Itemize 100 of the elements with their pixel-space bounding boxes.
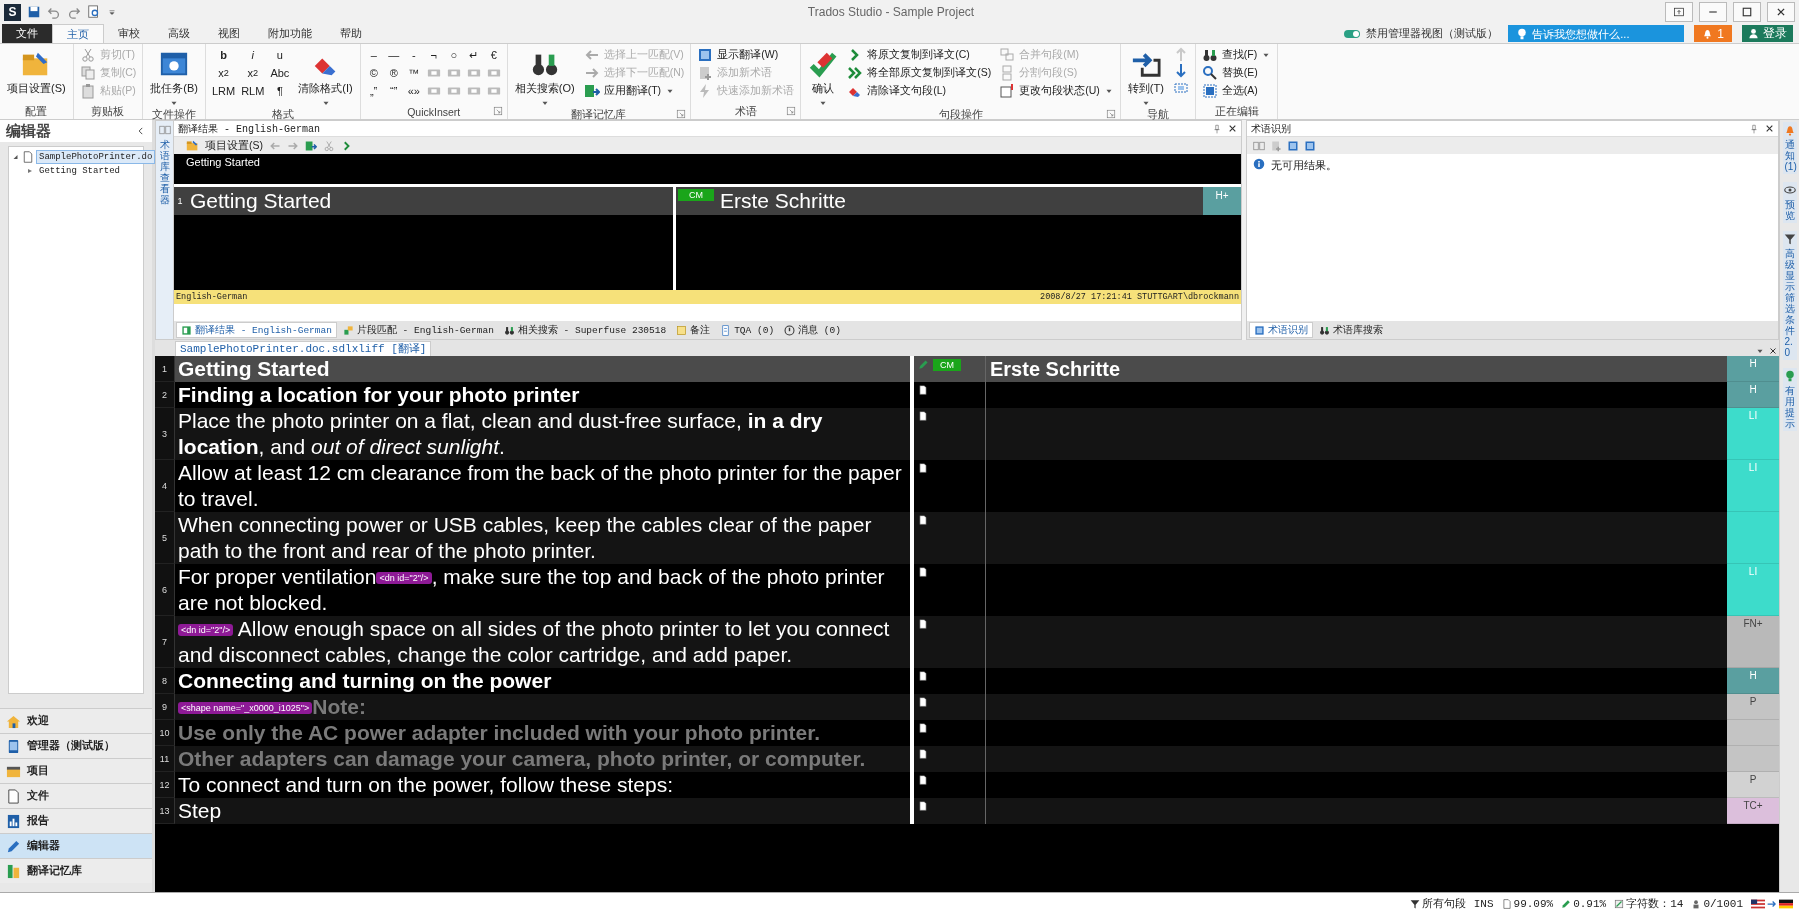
side-tab[interactable]: 预览: [1782, 182, 1797, 223]
insert-symbol-button[interactable]: ¶: [268, 82, 292, 100]
insert-symbol-button[interactable]: Abc: [268, 64, 292, 82]
ribbon-button[interactable]: 确认: [805, 46, 842, 108]
nav-item[interactable]: 编辑器: [0, 833, 152, 858]
source-segment[interactable]: <dn id="2"/> Allow enough space on all sides of the photo printer to let you connect and disconnect cables, change the color cartridge, and add paper.: [175, 616, 910, 668]
ribbon-button[interactable]: 更改句段状态(U): [997, 82, 1116, 99]
ribbon-button[interactable]: 项目设置(S): [4, 46, 69, 96]
app-logo[interactable]: S: [4, 3, 21, 21]
source-segment[interactable]: For proper ventilation<dn id="2"/>, make sure the top and back of the photo printer are not blocked.: [175, 564, 910, 616]
side-tab[interactable]: 通知 (1): [1782, 122, 1797, 174]
close-icon[interactable]: [1765, 124, 1774, 133]
insert-symbol-button[interactable]: ○: [444, 46, 463, 64]
source-segment[interactable]: When connecting power or USB cables, keep the cables clear of the paper path to the front and rear of the photo printer.: [175, 512, 910, 564]
close-icon[interactable]: [1228, 124, 1237, 133]
redo-icon[interactable]: [67, 5, 81, 19]
insert-symbol-button[interactable]: ™: [404, 64, 423, 82]
target-cell[interactable]: [986, 616, 1727, 668]
ribbon-button[interactable]: 应用翻译(T): [581, 82, 687, 99]
target-cell[interactable]: [986, 746, 1727, 772]
scissors-icon[interactable]: [323, 139, 335, 152]
insert-symbol-button[interactable]: RLM: [239, 82, 267, 100]
target-cell[interactable]: [986, 512, 1727, 564]
insert-symbol-button[interactable]: i: [239, 46, 267, 64]
close-icon[interactable]: [1769, 347, 1777, 355]
nav-item[interactable]: 管理器（测试版）: [0, 733, 152, 758]
panel-tab[interactable]: 术语库搜索: [1315, 322, 1387, 338]
ribbon-button[interactable]: 将原文复制到译文(C): [845, 46, 994, 63]
source-segment[interactable]: Place the photo printer on a flat, clean and dust-free surface, in a dry location, and out of direct sunlight.: [175, 408, 910, 460]
filter-status[interactable]: 所有句段: [1421, 896, 1466, 911]
insert-symbol-button[interactable]: ¬: [424, 46, 443, 64]
print-preview-icon[interactable]: [87, 5, 101, 19]
ribbon-tab[interactable]: 附加功能: [254, 24, 326, 43]
document-tab[interactable]: SamplePhotoPrinter.doc.sdlxliff [翻译]: [175, 341, 432, 356]
source-segment[interactable]: Other adapters can damage your camera, photo printer, or computer.: [175, 746, 910, 772]
panel-tab[interactable]: 翻译结果 - English-German: [176, 322, 337, 338]
panel-tab[interactable]: TQA (0): [716, 322, 779, 338]
panel-tab[interactable]: 术语识别: [1249, 322, 1313, 338]
document-plus-icon[interactable]: [1270, 139, 1282, 152]
ribbon-button[interactable]: 相关搜索(O): [511, 46, 578, 108]
insert-symbol-button[interactable]: «»: [404, 82, 423, 100]
insert-symbol-button[interactable]: „‟: [364, 82, 383, 100]
maximize-button[interactable]: [1733, 2, 1761, 22]
launcher-icon[interactable]: [1105, 109, 1116, 119]
source-segment[interactable]: Step: [175, 798, 910, 824]
minimize-button[interactable]: [1699, 2, 1727, 22]
ribbon-button[interactable]: 转到(T): [1124, 46, 1167, 108]
panel-tab[interactable]: 相关搜索 - Superfuse 230518: [499, 322, 671, 338]
toolbar-button[interactable]: 项目设置(S): [205, 138, 263, 153]
insert-symbol-button[interactable]: –: [364, 46, 383, 64]
side-tab[interactable]: 有用提示: [1782, 368, 1797, 431]
source-segment[interactable]: <shape name="_x0000_i1025">Note:: [175, 694, 910, 720]
insert-symbol-button[interactable]: ©: [364, 64, 383, 82]
close-button[interactable]: [1767, 2, 1795, 22]
pin-icon[interactable]: [1212, 123, 1222, 134]
ribbon-tab[interactable]: 主页: [52, 24, 104, 43]
ribbon-button[interactable]: 显示翻译(W): [695, 46, 797, 63]
nav-item[interactable]: 项目: [0, 758, 152, 783]
panel-tab[interactable]: 消息 (0): [780, 322, 845, 338]
insert-symbol-button[interactable]: ®: [384, 64, 403, 82]
nav-item[interactable]: 欢迎: [0, 708, 152, 733]
ribbon-tab[interactable]: 高级: [154, 24, 204, 43]
nav-item[interactable]: 报告: [0, 808, 152, 833]
ribbon-button[interactable]: 查找(F): [1199, 46, 1274, 63]
insert-symbol-button[interactable]: u: [268, 46, 292, 64]
ribbon-tab[interactable]: 文件: [2, 24, 52, 43]
launcher-icon[interactable]: [492, 106, 503, 116]
side-tab[interactable]: 高级显示筛选条件 2.0: [1782, 231, 1797, 360]
side-tab[interactable]: 术语库查看器: [156, 121, 174, 339]
glossary-icon[interactable]: [1287, 139, 1299, 152]
collapse-button[interactable]: [136, 126, 146, 136]
sign-in-button[interactable]: 登录: [1742, 25, 1793, 42]
target-segment[interactable]: Erste Schritte: [986, 356, 1727, 382]
toggle-switch[interactable]: [1344, 29, 1361, 38]
ribbon-button[interactable]: 将全部原文复制到译文(S): [845, 64, 994, 81]
panel-tab[interactable]: 备注: [672, 322, 715, 338]
ribbon-tab[interactable]: 审校: [104, 24, 154, 43]
ribbon-button[interactable]: 清除格式(I): [295, 46, 356, 108]
launcher-icon[interactable]: [676, 109, 687, 119]
ribbon-button[interactable]: 全选(A): [1199, 82, 1274, 99]
ribbon-tab[interactable]: 视图: [204, 24, 254, 43]
target-cell[interactable]: [986, 694, 1727, 720]
launcher-icon[interactable]: [786, 106, 797, 116]
nav-item[interactable]: 文件: [0, 783, 152, 808]
ribbon-button[interactable]: 清除译文句段(L): [845, 82, 994, 99]
insert-symbol-button[interactable]: LRM: [209, 82, 238, 100]
apply-icon[interactable]: [305, 139, 317, 152]
save-icon[interactable]: [27, 5, 41, 19]
ribbon-button[interactable]: 替换(E): [1199, 64, 1274, 81]
insert-symbol-button[interactable]: “”: [384, 82, 403, 100]
target-cell[interactable]: [986, 798, 1727, 824]
source-segment[interactable]: Allow at least 12 cm clearance from the back of the photo printer for the paper to travel.: [175, 460, 910, 512]
ribbon-display-button[interactable]: [1665, 2, 1693, 22]
customize-icon[interactable]: [107, 7, 117, 17]
source-segment[interactable]: To connect and turn on the power, follow these steps:: [175, 772, 910, 798]
search-field[interactable]: 告诉我您想做什么...: [1508, 25, 1685, 42]
ribbon-button[interactable]: 批任务(B): [147, 46, 201, 108]
glossary-icon[interactable]: [1304, 139, 1316, 152]
undo-icon[interactable]: [47, 5, 61, 19]
insert-symbol-button[interactable]: ↵: [464, 46, 483, 64]
